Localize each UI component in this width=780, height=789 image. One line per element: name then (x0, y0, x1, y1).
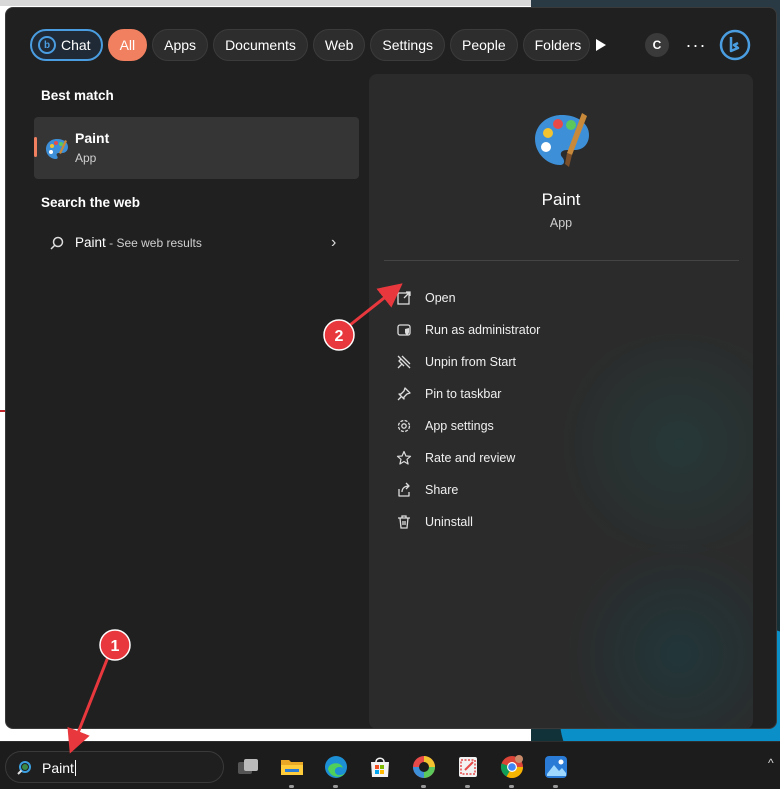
account-initial: C (645, 33, 669, 57)
tab-documents-label: Documents (225, 37, 296, 53)
tab-all-label: All (119, 37, 136, 53)
store-icon[interactable] (367, 754, 393, 780)
more-tabs-play-icon[interactable] (586, 30, 616, 60)
pin-icon (397, 387, 411, 401)
action-label: Open (425, 291, 456, 305)
running-indicator (333, 785, 338, 788)
file-explorer-icon[interactable] (279, 754, 305, 780)
gear-icon (397, 419, 411, 433)
search-panel: b Chat All Apps Documents Web Settings P… (5, 7, 777, 729)
taskbar-search-box[interactable]: Paint (5, 751, 224, 783)
tab-people-label: People (462, 37, 506, 53)
action-share[interactable]: Share (389, 476, 729, 504)
action-app-settings[interactable]: App settings (389, 412, 729, 440)
tab-apps[interactable]: Apps (152, 29, 209, 61)
trash-icon (398, 515, 410, 529)
paint-app-icon (46, 139, 68, 159)
tab-people[interactable]: People (450, 29, 518, 61)
best-match-result[interactable]: Paint App (34, 117, 359, 179)
tab-folders[interactable]: Folders (522, 29, 591, 61)
action-label: Pin to taskbar (425, 387, 502, 401)
action-label: App settings (425, 419, 494, 433)
detail-divider (384, 260, 739, 261)
share-icon (398, 482, 410, 497)
action-label: Uninstall (425, 515, 473, 529)
colorful-app-icon[interactable] (411, 754, 437, 780)
bing-icon[interactable] (718, 28, 752, 62)
action-run-as-admin[interactable]: Run as administrator (389, 316, 729, 344)
unpin-icon (397, 355, 411, 369)
web-result-label: Paint - See web results (75, 235, 202, 250)
search-icon (17, 761, 31, 775)
tab-settings[interactable]: Settings (370, 29, 446, 61)
web-result-query: Paint (75, 235, 106, 250)
tab-settings-label: Settings (382, 37, 434, 53)
action-uninstall[interactable]: Uninstall (389, 508, 729, 536)
more-options-button[interactable]: ··· (681, 30, 711, 60)
action-label: Rate and review (425, 451, 516, 465)
more-options-label: ··· (685, 34, 707, 55)
photos-icon[interactable] (543, 754, 569, 780)
action-open[interactable]: Open (389, 284, 729, 312)
running-indicator (289, 785, 294, 788)
chevron-right-icon: › (331, 234, 337, 251)
taskbar-search-value: Paint (42, 760, 76, 776)
action-label: Unpin from Start (425, 355, 517, 369)
search-icon (50, 236, 64, 250)
shield-admin-icon (397, 324, 411, 336)
detail-app-type: App (549, 216, 573, 230)
running-indicator (553, 785, 558, 788)
action-unpin-start[interactable]: Unpin from Start (389, 348, 729, 376)
best-match-name: Paint (75, 130, 110, 146)
best-match-type: App (75, 151, 97, 165)
search-web-heading: Search the web (41, 195, 141, 210)
action-label: Share (425, 483, 459, 497)
action-label: Run as administrator (425, 323, 541, 337)
account-button[interactable]: C (642, 30, 672, 60)
tab-web-label: Web (324, 37, 354, 53)
bing-chat-icon: b (38, 36, 56, 54)
tab-chat-label: Chat (61, 37, 91, 53)
tab-all[interactable]: All (107, 29, 148, 61)
running-indicator (509, 785, 514, 788)
taskbar: Paint ^ (0, 741, 780, 789)
action-pin-taskbar[interactable]: Pin to taskbar (389, 380, 729, 408)
filter-tabs: b Chat All Apps Documents Web Settings P… (30, 28, 595, 62)
star-icon (396, 450, 412, 465)
paint-large-icon (535, 113, 589, 167)
web-result-suffix: - See web results (105, 236, 202, 250)
edge-icon[interactable] (323, 754, 349, 780)
detail-app-name: Paint (541, 190, 581, 209)
detail-pane: Paint App Open Run as administrator Unpi… (369, 74, 753, 728)
web-search-result[interactable]: Paint - See web results › (34, 228, 359, 258)
tab-apps-label: Apps (164, 37, 197, 53)
chrome-icon[interactable] (499, 754, 525, 780)
tab-chat[interactable]: b Chat (30, 29, 103, 61)
chevron-up-icon[interactable]: ^ (768, 756, 774, 770)
selection-indicator (34, 137, 37, 157)
tab-folders-label: Folders (534, 37, 582, 53)
pane-glow (559, 544, 753, 728)
action-rate-review[interactable]: Rate and review (389, 444, 729, 472)
running-indicator (421, 785, 426, 788)
running-indicator (465, 785, 470, 788)
tab-web[interactable]: Web (312, 29, 366, 61)
snipping-tool-icon[interactable] (455, 754, 481, 780)
tab-documents[interactable]: Documents (213, 29, 308, 61)
best-match-heading: Best match (41, 88, 114, 103)
open-external-icon (397, 291, 411, 305)
task-view-icon[interactable] (235, 754, 261, 780)
